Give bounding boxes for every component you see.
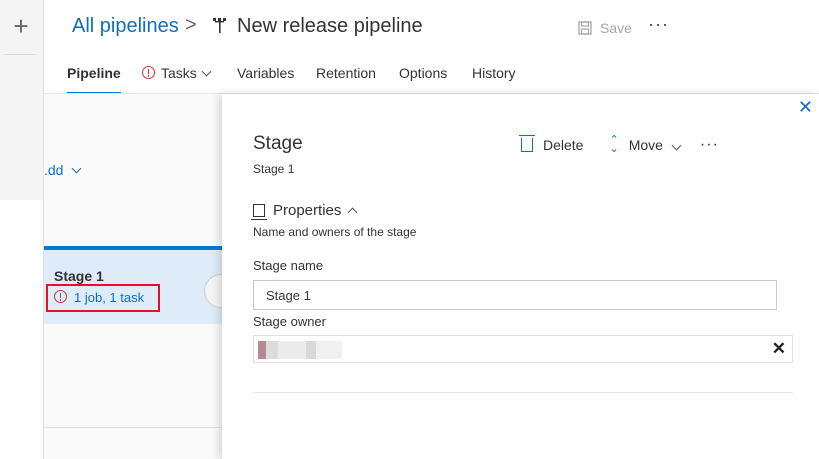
error-icon xyxy=(54,290,67,303)
move-button[interactable]: Move xyxy=(629,137,663,153)
tab-pipeline[interactable]: Pipeline xyxy=(67,65,121,94)
release-pipeline-icon xyxy=(213,18,226,33)
add-icon[interactable]: + xyxy=(9,12,33,40)
stage-card-name: Stage 1 xyxy=(54,268,104,284)
properties-description: Name and owners of the stage xyxy=(253,225,417,239)
canvas-divider xyxy=(44,427,222,428)
stage-card[interactable]: Stage 1 1 job, 1 task xyxy=(44,246,238,324)
stage-name-label: Stage name xyxy=(253,258,324,273)
chevron-down-icon xyxy=(72,163,82,174)
save-label: Save xyxy=(600,20,632,36)
page-header: All pipelines > New release pipeline Sav… xyxy=(44,0,819,58)
tab-history[interactable]: History xyxy=(472,65,516,93)
stage-job-summary-link[interactable]: 1 job, 1 task xyxy=(46,284,160,312)
properties-section-toggle[interactable]: Properties xyxy=(251,202,358,220)
left-rail: + xyxy=(0,0,44,459)
tab-variables[interactable]: Variables xyxy=(237,65,294,93)
rail-lower xyxy=(0,200,44,459)
tab-bar: Pipeline Tasks Variables Retention Optio… xyxy=(44,58,819,94)
stage-properties-panel: ✕ Stage Stage 1 Delete ⌃ ⌄ Move ··· Prope… xyxy=(222,94,819,459)
panel-divider xyxy=(253,392,793,393)
properties-icon xyxy=(251,204,267,220)
pipeline-canvas: .dd Stage 1 1 job, 1 task xyxy=(44,94,238,459)
tab-label: History xyxy=(472,65,516,81)
chevron-down-icon xyxy=(201,66,212,77)
stage-owner-field[interactable]: ✕ xyxy=(253,335,793,363)
delete-button[interactable]: Delete xyxy=(543,137,583,153)
rail-divider xyxy=(4,54,36,55)
page-title: New release pipeline xyxy=(237,15,423,37)
panel-title: Stage xyxy=(253,133,303,154)
clear-owner-icon[interactable]: ✕ xyxy=(772,339,786,359)
breadcrumb-all-pipelines[interactable]: All pipelines xyxy=(72,15,179,38)
tab-label: Options xyxy=(399,65,448,81)
tab-options[interactable]: Options xyxy=(399,65,447,93)
save-button[interactable]: Save xyxy=(578,20,632,36)
move-updown-icon: ⌃ ⌄ xyxy=(609,134,619,155)
tab-label: Tasks xyxy=(161,65,197,81)
trash-icon xyxy=(519,135,535,152)
chevron-down-icon xyxy=(671,140,682,150)
tab-tasks[interactable]: Tasks xyxy=(142,65,212,93)
tab-label: Variables xyxy=(237,65,295,81)
properties-label: Properties xyxy=(273,202,342,219)
more-actions-icon[interactable]: ··· xyxy=(648,14,669,35)
stage-owner-label: Stage owner xyxy=(253,314,326,329)
chevron-up-icon xyxy=(347,207,358,218)
add-stage-dropdown[interactable]: .dd xyxy=(44,162,82,178)
tab-label: Pipeline xyxy=(67,65,121,81)
close-icon[interactable]: ✕ xyxy=(798,98,813,116)
tab-retention[interactable]: Retention xyxy=(316,65,376,93)
panel-subtitle: Stage 1 xyxy=(253,162,295,176)
breadcrumb-separator: > xyxy=(185,14,197,36)
add-label: .dd xyxy=(44,162,64,178)
stage-name-input[interactable] xyxy=(253,280,777,310)
save-icon xyxy=(578,21,592,35)
stage-summary-text: 1 job, 1 task xyxy=(74,290,145,305)
error-icon xyxy=(142,66,155,79)
tab-label: Retention xyxy=(316,65,376,81)
panel-actions: Delete ⌃ ⌄ Move ··· xyxy=(519,134,719,155)
more-actions-icon[interactable]: ··· xyxy=(700,136,719,154)
